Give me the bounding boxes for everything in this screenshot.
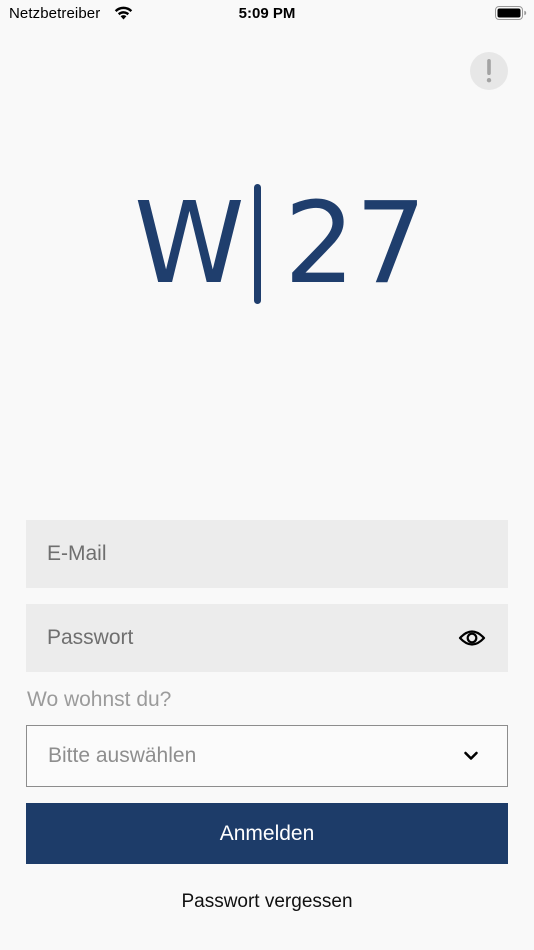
- status-bar: Netzbetreiber 5:09 PM: [0, 0, 534, 28]
- eye-icon[interactable]: [458, 626, 486, 650]
- logo-number: 27: [284, 179, 427, 309]
- app-logo: W 27: [134, 179, 427, 310]
- email-field[interactable]: [26, 520, 508, 588]
- password-input[interactable]: [26, 604, 508, 672]
- logo-letter: W: [134, 179, 245, 309]
- chevron-down-icon: [464, 751, 478, 760]
- email-input[interactable]: [26, 520, 508, 588]
- status-time: 5:09 PM: [238, 5, 296, 22]
- battery-icon: [495, 6, 527, 20]
- password-field[interactable]: [26, 604, 508, 672]
- residence-label: Wo wohnst du?: [27, 688, 172, 711]
- login-button[interactable]: Anmelden: [26, 803, 508, 864]
- exclamation-icon: [486, 59, 492, 83]
- info-button[interactable]: [470, 52, 508, 90]
- logo-divider: [254, 184, 261, 304]
- residence-select[interactable]: Bitte auswählen: [26, 725, 508, 787]
- residence-select-value: Bitte auswählen: [48, 744, 197, 767]
- forgot-password-link[interactable]: Passwort vergessen: [0, 891, 534, 913]
